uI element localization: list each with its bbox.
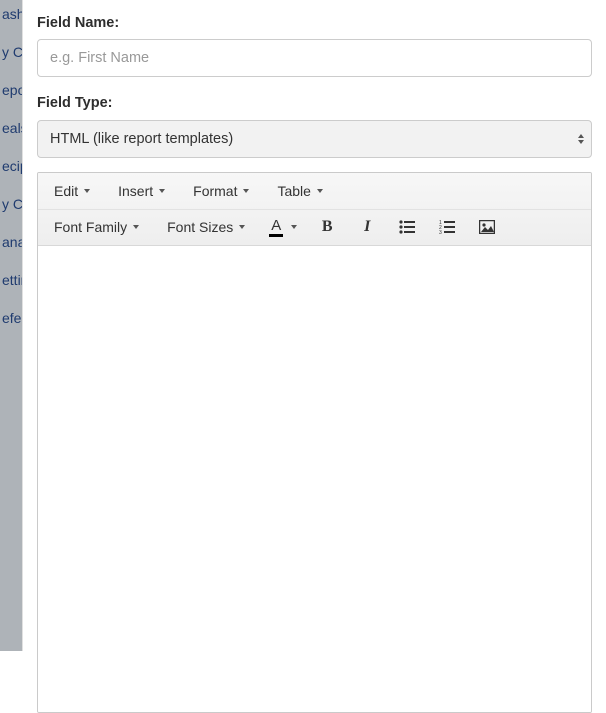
font-sizes-button[interactable]: Font Sizes — [157, 213, 255, 241]
sidebar-item-my-calendar[interactable]: y Calendar — [0, 185, 22, 223]
menu-table-label: Table — [277, 183, 310, 199]
image-icon — [479, 220, 495, 234]
sidebar-item-settings[interactable]: ettings — [0, 261, 22, 299]
menu-table[interactable]: Table — [267, 177, 332, 205]
caret-down-icon — [239, 225, 245, 229]
menu-edit-label: Edit — [54, 183, 78, 199]
menu-insert-label: Insert — [118, 183, 153, 199]
editor-menubar: Edit Insert Format Table — [38, 173, 591, 209]
numbered-list-icon: 1 2 3 — [439, 220, 455, 234]
field-type-select-wrap[interactable]: HTML (like report templates) — [37, 120, 592, 158]
sidebar-item-dashboard[interactable]: ashboard — [0, 0, 22, 33]
font-family-label: Font Family — [54, 219, 127, 235]
sidebar-nav: ashboard y Clients eports eals ecipes y … — [0, 0, 22, 651]
sidebar-item-my-clients[interactable]: y Clients — [0, 33, 22, 71]
editor-content-area[interactable] — [38, 246, 591, 712]
bold-icon: B — [322, 218, 333, 236]
font-family-button[interactable]: Font Family — [44, 213, 149, 241]
sidebar-item-recipes[interactable]: ecipes — [0, 147, 22, 185]
caret-down-icon — [159, 189, 165, 193]
italic-button[interactable]: I — [351, 213, 383, 241]
caret-down-icon — [291, 225, 297, 229]
bullet-list-icon — [399, 220, 415, 234]
insert-image-button[interactable] — [471, 213, 503, 241]
menu-insert[interactable]: Insert — [108, 177, 175, 205]
sidebar-item-refer[interactable]: efer — [0, 299, 22, 337]
caret-down-icon — [84, 189, 90, 193]
field-type-label: Field Type: — [37, 93, 592, 113]
editor-format-toolbar: Font Family Font Sizes A — [38, 209, 591, 245]
caret-down-icon — [133, 225, 139, 229]
font-sizes-label: Font Sizes — [167, 219, 233, 235]
text-color-icon: A — [269, 218, 283, 237]
menu-edit[interactable]: Edit — [44, 177, 100, 205]
html-editor: Edit Insert Format Table — [37, 172, 592, 713]
text-color-button[interactable]: A — [263, 213, 303, 241]
bullet-list-button[interactable] — [391, 213, 423, 241]
sidebar-item-manage[interactable]: anage — [0, 223, 22, 261]
field-type-select[interactable]: HTML (like report templates) — [37, 120, 592, 158]
numbered-list-button[interactable]: 1 2 3 — [431, 213, 463, 241]
sidebar-item-meals[interactable]: eals — [0, 109, 22, 147]
caret-down-icon — [317, 189, 323, 193]
sidebar-item-reports[interactable]: eports — [0, 71, 22, 109]
menu-format[interactable]: Format — [183, 177, 259, 205]
bold-button[interactable]: B — [311, 213, 343, 241]
menu-format-label: Format — [193, 183, 237, 199]
italic-icon: I — [364, 218, 370, 236]
field-name-label: Field Name: — [37, 13, 592, 33]
field-editor-panel: Field Name: Field Type: HTML (like repor… — [22, 0, 606, 651]
caret-down-icon — [243, 189, 249, 193]
field-name-input[interactable] — [37, 39, 592, 77]
editor-toolbar: Edit Insert Format Table — [38, 173, 591, 246]
svg-text:3: 3 — [439, 230, 442, 234]
